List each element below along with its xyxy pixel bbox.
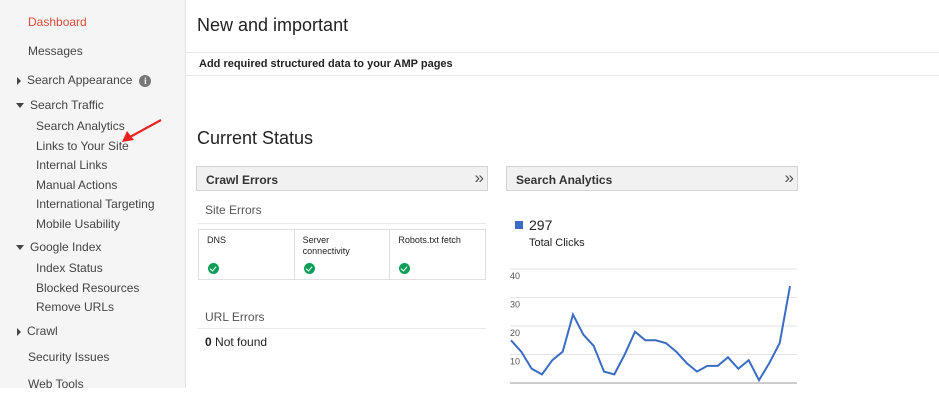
nav-internal-links[interactable]: Internal Links bbox=[36, 158, 107, 172]
crawl-errors-title: Crawl Errors bbox=[206, 173, 279, 187]
dns-label: DNS bbox=[207, 235, 227, 245]
nav-crawl[interactable]: Crawl bbox=[16, 324, 58, 338]
divider bbox=[198, 328, 486, 329]
notice-text[interactable]: Add required structured data to your AMP… bbox=[199, 58, 453, 70]
site-error-robots: Robots.txt fetch bbox=[390, 230, 485, 279]
robots-fetch-label: Robots.txt fetch bbox=[398, 235, 461, 245]
nav-security-issues[interactable]: Security Issues bbox=[28, 350, 109, 364]
sidebar: Dashboard Messages Search Appearance i Se… bbox=[0, 0, 186, 391]
site-error-dns: DNS bbox=[199, 230, 295, 279]
nav-mobile-usability[interactable]: Mobile Usability bbox=[36, 217, 120, 231]
nav-web-tools[interactable]: Web Tools bbox=[28, 377, 84, 391]
nav-search-appearance[interactable]: Search Appearance i bbox=[16, 73, 152, 87]
double-chevron-right-icon[interactable]: » bbox=[785, 168, 795, 188]
server-connectivity-label: Server connectivity bbox=[302, 235, 350, 256]
y-tick-label: 40 bbox=[510, 271, 520, 281]
site-error-server: Server connectivity bbox=[295, 230, 391, 279]
annotation-arrow-shaft bbox=[129, 119, 162, 138]
check-icon bbox=[303, 263, 315, 274]
expand-right-icon bbox=[17, 76, 21, 85]
nav-blocked-resources[interactable]: Blocked Resources bbox=[36, 281, 139, 295]
nav-search-analytics[interactable]: Search Analytics bbox=[36, 119, 125, 133]
check-icon bbox=[399, 263, 411, 274]
nav-international-targeting[interactable]: International Targeting bbox=[36, 197, 155, 211]
expand-right-icon bbox=[17, 327, 21, 336]
url-errors-label: URL Errors bbox=[205, 310, 265, 324]
page-title: New and important bbox=[197, 15, 349, 35]
notice-banner[interactable]: Add required structured data to your AMP… bbox=[186, 52, 939, 76]
y-tick-label: 20 bbox=[510, 328, 520, 338]
current-status-title: Current Status bbox=[197, 128, 314, 148]
search-analytics-title: Search Analytics bbox=[516, 173, 613, 187]
nav-search-traffic[interactable]: Search Traffic bbox=[16, 98, 104, 112]
nav-search-appearance-label: Search Appearance bbox=[27, 73, 133, 87]
not-found-row[interactable]: 0 Not found bbox=[205, 335, 267, 349]
nav-search-traffic-label: Search Traffic bbox=[30, 98, 104, 112]
y-tick-label: 10 bbox=[510, 357, 520, 367]
nav-index-status[interactable]: Index Status bbox=[36, 261, 103, 275]
not-found-count: 0 bbox=[205, 335, 212, 349]
check-icon bbox=[208, 263, 219, 274]
nav-dashboard[interactable]: Dashboard bbox=[28, 15, 87, 29]
clicks-series-line bbox=[510, 285, 791, 383]
clicks-chart: 10 20 30 40 bbox=[506, 205, 798, 393]
info-icon[interactable]: i bbox=[139, 74, 152, 87]
main-content: New and important Add required structure… bbox=[186, 0, 939, 388]
nav-google-index-label: Google Index bbox=[30, 240, 102, 254]
nav-google-index[interactable]: Google Index bbox=[16, 240, 101, 254]
nav-links-to-your-site[interactable]: Links to Your Site bbox=[36, 139, 129, 153]
double-chevron-right-icon[interactable]: » bbox=[475, 168, 485, 188]
divider bbox=[198, 223, 486, 224]
not-found-label: Not found bbox=[215, 335, 268, 349]
nav-remove-urls[interactable]: Remove URLs bbox=[36, 300, 114, 314]
annotation-arrow bbox=[122, 119, 162, 142]
site-errors-label: Site Errors bbox=[205, 203, 262, 217]
crawl-errors-header[interactable]: Crawl Errors » bbox=[196, 166, 488, 191]
y-tick-label: 30 bbox=[510, 300, 520, 310]
clicks-chart-svg: 10 20 30 40 bbox=[510, 268, 797, 384]
search-analytics-header[interactable]: Search Analytics » bbox=[506, 166, 798, 191]
collapse-down-icon bbox=[16, 103, 24, 109]
nav-manual-actions[interactable]: Manual Actions bbox=[36, 178, 117, 192]
site-errors-table: DNS Server connectivity Robots.txt fetch bbox=[198, 229, 486, 280]
nav-messages[interactable]: Messages bbox=[28, 44, 83, 58]
collapse-down-icon bbox=[16, 245, 24, 251]
nav-crawl-label: Crawl bbox=[27, 324, 58, 338]
